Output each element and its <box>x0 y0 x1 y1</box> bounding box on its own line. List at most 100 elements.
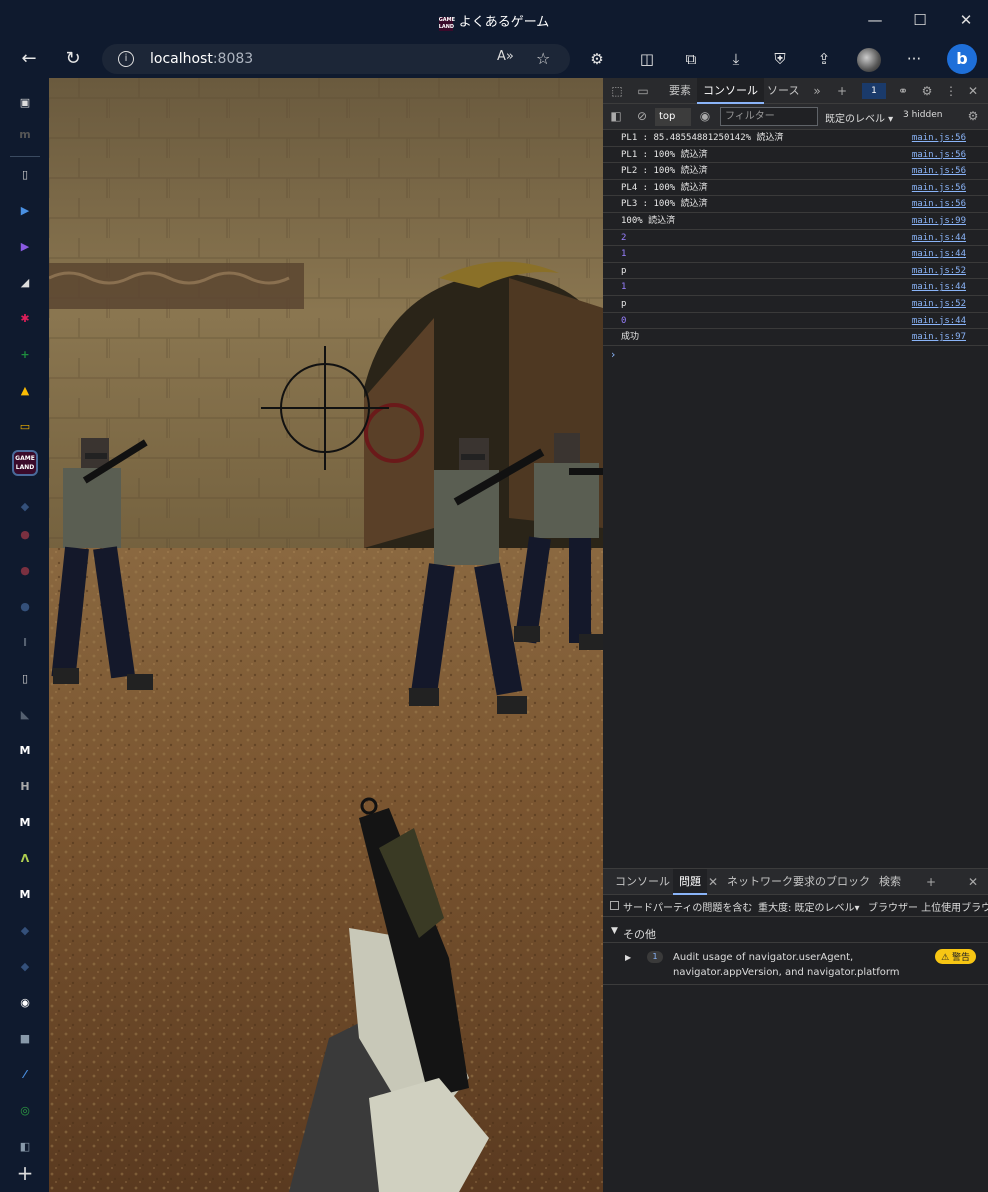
close-devtools-icon[interactable]: ✕ <box>965 83 981 99</box>
sidebar-arrow-blue-icon[interactable]: ▶ <box>14 200 36 222</box>
settings-gear-icon[interactable]: ⚙ <box>919 83 935 99</box>
browser-essentials-icon[interactable]: ⛨ <box>770 49 790 69</box>
log-source-link[interactable]: main.js:56 <box>912 147 966 163</box>
close-button[interactable]: ✕ <box>954 8 978 32</box>
severity-select[interactable]: 重大度: 既定のレベル▾ <box>758 899 860 914</box>
filter-input[interactable]: フィルター <box>720 107 818 126</box>
drawer-tab-network-block[interactable]: ネットワーク要求のブロック <box>727 869 870 895</box>
issue-item[interactable]: ▶ 1 Audit usage of navigator.userAgent, … <box>603 945 988 985</box>
sidebar-faded-red-1-icon[interactable]: ● <box>14 524 36 546</box>
sidebar-m-1-icon[interactable]: M <box>14 740 36 762</box>
sidebar-github-icon[interactable]: ◉ <box>14 992 36 1014</box>
warning-badge: ⚠ 警告 <box>935 949 976 964</box>
sidebar-cube-icon[interactable]: ◧ <box>14 1136 36 1158</box>
sidebar-notion-icon[interactable]: ◢ <box>14 272 36 294</box>
tab-console[interactable]: コンソール <box>697 78 764 104</box>
log-source-link[interactable]: main.js:44 <box>912 230 966 246</box>
favorite-star-icon[interactable]: ☆ <box>536 49 550 68</box>
profile-avatar[interactable] <box>857 48 881 72</box>
sidebar-green-circle-icon[interactable]: ◎ <box>14 1100 36 1122</box>
context-select[interactable]: top <box>655 108 691 126</box>
bing-copilot-icon[interactable]: b <box>947 44 977 74</box>
address-bar[interactable]: i localhost:8083 A» ☆ <box>102 44 570 74</box>
issues-section-other[interactable]: ▼ その他 <box>603 921 988 943</box>
maximize-button[interactable]: ☐ <box>908 8 932 32</box>
tab-sources[interactable]: ソース <box>767 78 799 104</box>
connect-icon[interactable]: ⚭ <box>895 83 911 99</box>
add-tab-plus-icon[interactable]: + <box>834 83 850 99</box>
game-canvas[interactable] <box>49 78 603 1192</box>
kebab-menu-icon[interactable]: ⋮ <box>943 83 959 99</box>
sidebar-arrow-purple-icon[interactable]: ▶ <box>14 236 36 258</box>
sidebar-faded-i-icon[interactable]: I <box>14 632 36 654</box>
downloads-icon[interactable]: ⤓ <box>726 49 746 69</box>
sidebar-m-3-icon[interactable]: M <box>14 884 36 906</box>
third-party-checkbox[interactable] <box>610 901 619 910</box>
log-source-link[interactable]: main.js:52 <box>912 296 966 312</box>
sidebar-drive-icon[interactable]: ▲ <box>14 380 36 402</box>
sidebar-slides-icon[interactable]: ▭ <box>14 416 36 438</box>
sidebar-faded-red-2-icon[interactable]: ● <box>14 560 36 582</box>
log-source-link[interactable]: main.js:97 <box>912 329 966 345</box>
sidebar-page-2-icon[interactable]: ▯ <box>14 668 36 690</box>
close-issues-tab-icon[interactable]: ✕ <box>705 874 721 890</box>
console-prompt[interactable]: › <box>611 348 615 361</box>
back-button[interactable]: ← <box>16 46 42 72</box>
more-tabs-icon[interactable]: » <box>809 83 825 99</box>
log-source-link[interactable]: main.js:56 <box>912 163 966 179</box>
sidebar-triangle-icon[interactable]: ◣ <box>14 704 36 726</box>
minimize-button[interactable]: — <box>863 8 887 32</box>
log-source-link[interactable]: main.js:56 <box>912 130 966 146</box>
more-menu-icon[interactable]: ··· <box>904 49 924 69</box>
log-source-link[interactable]: main.js:44 <box>912 279 966 295</box>
sidebar-square-icon[interactable]: ■ <box>14 1028 36 1050</box>
sidebar-h-icon[interactable]: H <box>14 776 36 798</box>
log-source-link[interactable]: main.js:56 <box>912 180 966 196</box>
sidebar-toggle-icon[interactable]: ◧ <box>608 108 624 124</box>
extensions-icon[interactable]: ⚙ <box>587 49 607 69</box>
log-source-link[interactable]: main.js:44 <box>912 246 966 262</box>
drawer-tab-search[interactable]: 検索 <box>879 869 901 895</box>
share-icon[interactable]: ⇪ <box>814 49 834 69</box>
expand-arrow-icon: ▼ <box>611 926 618 936</box>
browser-select[interactable]: ブラウザー 上位使用ブラウ <box>868 899 988 914</box>
log-level-select[interactable]: 既定のレベル ▾ <box>825 110 893 125</box>
sidebar-faded-blue-icon[interactable]: ● <box>14 596 36 618</box>
drawer-add-icon[interactable]: + <box>923 874 939 890</box>
sidebar-tab-actions-icon[interactable]: ▣ <box>14 92 36 114</box>
tab-elements[interactable]: 要素 <box>669 78 691 104</box>
sidebar-sheets-plus-icon[interactable]: + <box>14 344 36 366</box>
log-source-link[interactable]: main.js:52 <box>912 263 966 279</box>
sidebar-faded-2-icon[interactable]: ◆ <box>14 920 36 942</box>
clear-console-icon[interactable]: ⊘ <box>634 108 650 124</box>
messages-badge[interactable]: 1 <box>862 83 886 99</box>
collections-icon[interactable]: ⧉ <box>681 49 701 69</box>
site-info-icon[interactable]: i <box>118 51 134 67</box>
reload-button[interactable]: ↻ <box>60 46 86 72</box>
issue-line-2: navigator.appVersion, and navigator.plat… <box>673 967 900 978</box>
read-aloud-icon[interactable]: A» <box>497 49 514 64</box>
add-tab-icon[interactable]: + <box>14 1162 36 1184</box>
sidebar-faded-3-icon[interactable]: ◆ <box>14 956 36 978</box>
drawer-tab-issues[interactable]: 問題 <box>673 869 707 895</box>
sidebar-faded-1-icon[interactable]: ◆ <box>14 496 36 518</box>
device-toolbar-icon[interactable]: ▭ <box>635 83 651 99</box>
inspect-icon[interactable]: ⬚ <box>609 83 625 99</box>
log-source-link[interactable]: main.js:99 <box>912 213 966 229</box>
log-source-link[interactable]: main.js:56 <box>912 196 966 212</box>
sidebar-lambda-icon[interactable]: Λ <box>14 848 36 870</box>
sidebar-slash-icon[interactable]: ⁄ <box>14 1064 36 1086</box>
console-settings-icon[interactable]: ⚙ <box>965 108 981 124</box>
sidebar-slack-icon[interactable]: ✱ <box>14 308 36 330</box>
live-expression-eye-icon[interactable]: ◉ <box>697 108 713 124</box>
sidebar-m-2-icon[interactable]: M <box>14 812 36 834</box>
log-source-link[interactable]: main.js:44 <box>912 313 966 329</box>
sidebar-gameland-icon[interactable]: GAME LAND <box>12 450 38 476</box>
sidebar-page-icon[interactable]: ▯ <box>14 164 36 186</box>
drawer-tab-console[interactable]: コンソール <box>615 869 670 895</box>
window-title: GAME LAND よくあるゲーム <box>0 11 988 31</box>
hidden-messages-badge[interactable]: 3 hidden <box>903 110 942 120</box>
sidebar-m-logo-icon[interactable]: m <box>14 124 36 146</box>
close-drawer-icon[interactable]: ✕ <box>965 874 981 890</box>
split-screen-icon[interactable]: ◫ <box>637 49 657 69</box>
